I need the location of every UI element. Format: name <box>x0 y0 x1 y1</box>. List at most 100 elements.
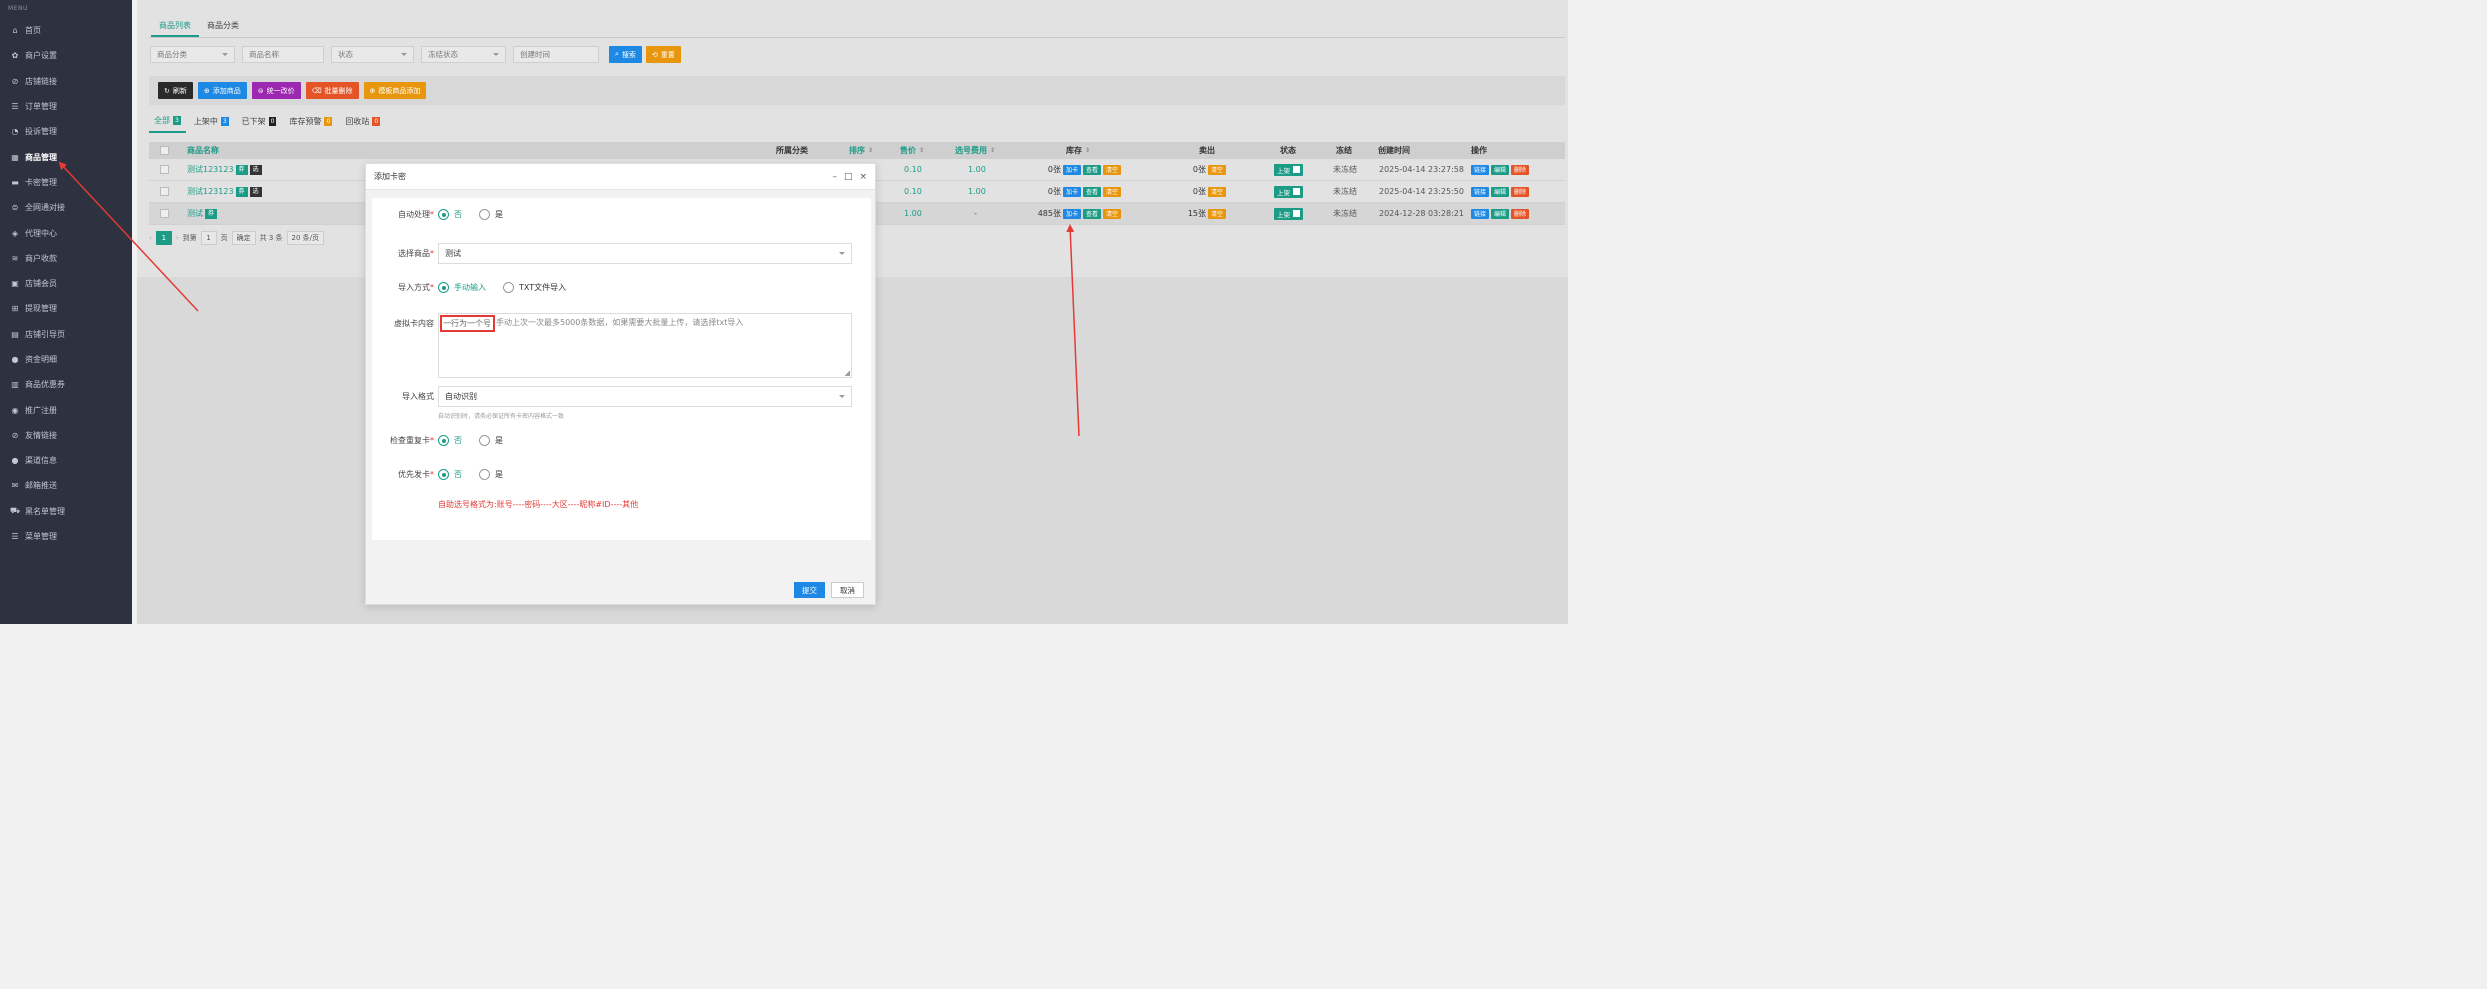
priority-yes-radio[interactable]: 是 <box>479 469 503 480</box>
view-button[interactable]: 查看 <box>1083 208 1102 219</box>
add-card-button[interactable]: 加卡 <box>1063 164 1082 175</box>
tab-product-category[interactable]: 商品分类 <box>199 16 247 37</box>
unify-price-button[interactable]: ⊜ 统一改价 <box>251 82 301 99</box>
sold-clear-button[interactable]: 清空 <box>1208 208 1227 219</box>
check-dup-yes-radio[interactable]: 是 <box>479 435 503 446</box>
sidebar-item[interactable]: ▤ 店铺引导页 <box>0 322 132 347</box>
radio-checked-icon <box>438 469 449 480</box>
sidebar-item[interactable]: ✿ 商户设置 <box>0 43 132 68</box>
link-button[interactable]: 链接 <box>1471 208 1490 219</box>
sidebar-item[interactable]: ✉ 邮箱推送 <box>0 473 132 498</box>
sidebar-item[interactable]: ▣ 店铺会员 <box>0 271 132 296</box>
sidebar-item[interactable]: ☰ 菜单管理 <box>0 524 132 549</box>
tab-product-list[interactable]: 商品列表 <box>151 16 199 37</box>
search-button[interactable]: ⌕ 搜索 <box>609 46 642 63</box>
sidebar-item[interactable]: ⌂ 首页 <box>0 18 132 43</box>
sidebar-item[interactable]: ◔ 投诉管理 <box>0 119 132 144</box>
status-tab[interactable]: 上架中 3 <box>189 112 234 132</box>
template-add-button[interactable]: ⊕ 模板商品添加 <box>363 82 427 99</box>
sidebar-item[interactable]: ◉ 推广注册 <box>0 397 132 422</box>
header-price[interactable]: 售价 ⇕ <box>900 142 924 159</box>
product-name-link[interactable]: 测试 <box>187 208 203 219</box>
ops-cell: 链接 编辑 删除 <box>1471 181 1530 202</box>
minimize-icon[interactable]: – <box>832 172 837 182</box>
clear-button[interactable]: 清空 <box>1103 208 1122 219</box>
row-checkbox[interactable] <box>160 203 169 224</box>
row-checkbox[interactable] <box>160 181 169 202</box>
page-input[interactable]: 1 <box>200 231 217 245</box>
maximize-icon[interactable]: □ <box>844 172 853 182</box>
add-card-button[interactable]: 加卡 <box>1063 186 1082 197</box>
sidebar-item[interactable]: ☰ 订单管理 <box>0 94 132 119</box>
product-select[interactable]: 测试 <box>438 243 852 264</box>
status-tab[interactable]: 库存预警 0 <box>284 112 337 132</box>
clear-button[interactable]: 清空 <box>1103 186 1122 197</box>
edit-button[interactable]: 编辑 <box>1491 164 1510 175</box>
status-tab[interactable]: 全部 3 <box>149 111 186 133</box>
status-tab[interactable]: 回收站 0 <box>340 112 385 132</box>
product-name-link[interactable]: 测试123123 <box>187 186 234 197</box>
link-button[interactable]: 链接 <box>1471 186 1490 197</box>
refresh-button[interactable]: ↻ 刷新 <box>158 82 193 99</box>
per-page-select[interactable]: 20 条/页 <box>286 231 325 245</box>
header-fee[interactable]: 选号费用 ⇕ <box>955 142 995 159</box>
page-number[interactable]: 1 <box>155 231 172 245</box>
sold-clear-button[interactable]: 清空 <box>1208 164 1227 175</box>
check-dup-no-radio[interactable]: 否 <box>438 435 462 446</box>
status-toggle[interactable]: 上架 <box>1274 185 1303 198</box>
status-tab[interactable]: 已下架 0 <box>237 112 282 132</box>
close-icon[interactable]: × <box>859 172 867 182</box>
sidebar-item[interactable]: ⊜ 全网通对接 <box>0 195 132 220</box>
header-stock[interactable]: 库存 ⇕ <box>1066 142 1090 159</box>
delete-button[interactable]: 删除 <box>1511 164 1530 175</box>
edit-button[interactable]: 编辑 <box>1491 208 1510 219</box>
sidebar-item[interactable]: ≋ 商户收款 <box>0 246 132 271</box>
sidebar-item[interactable]: ⊘ 友情链接 <box>0 423 132 448</box>
sold-clear-button[interactable]: 清空 <box>1208 186 1227 197</box>
import-manual-radio[interactable]: 手动输入 <box>438 282 486 293</box>
status-toggle[interactable]: 上架 <box>1274 163 1303 176</box>
link-button[interactable]: 链接 <box>1471 164 1490 175</box>
sidebar-item[interactable]: ⛟ 黑名单管理 <box>0 499 132 524</box>
cancel-button[interactable]: 取消 <box>831 582 864 598</box>
delete-button[interactable]: 删除 <box>1511 208 1530 219</box>
card-content-textarea[interactable]: 一行为一个号 手动上次一次最多5000条数据，如果需要大批量上传，请选择txt导… <box>438 313 852 378</box>
header-sort[interactable]: 排序 ⇕ <box>849 142 873 159</box>
select-all-checkbox[interactable] <box>160 142 169 159</box>
sidebar-item[interactable]: ⊘ 店铺链接 <box>0 69 132 94</box>
clear-button[interactable]: 清空 <box>1103 164 1122 175</box>
product-name-link[interactable]: 测试123123 <box>187 164 234 175</box>
import-format-select[interactable]: 自动识别 <box>438 386 852 407</box>
sidebar-item[interactable]: ◈ 代理中心 <box>0 220 132 245</box>
auto-process-yes-radio[interactable]: 是 <box>479 209 503 220</box>
batch-delete-button[interactable]: ⌫ 批量删除 <box>305 82 359 99</box>
view-button[interactable]: 查看 <box>1083 164 1102 175</box>
edit-button[interactable]: 编辑 <box>1491 186 1510 197</box>
delete-button[interactable]: 删除 <box>1511 186 1530 197</box>
add-product-button[interactable]: ⊕ 添加商品 <box>197 82 247 99</box>
resize-handle-icon[interactable]: ◢ <box>845 369 850 377</box>
auto-process-no-radio[interactable]: 否 <box>438 209 462 220</box>
priority-no-radio[interactable]: 否 <box>438 469 462 480</box>
freeze-status-select[interactable]: 冻结状态 <box>421 46 506 63</box>
goto-confirm-button[interactable]: 确定 <box>231 231 256 245</box>
sidebar-item[interactable]: ▦ 商品管理 <box>0 144 132 169</box>
sidebar-item[interactable]: ⊞ 提现管理 <box>0 296 132 321</box>
sidebar-item[interactable]: ▬ 卡密管理 <box>0 170 132 195</box>
status-select[interactable]: 状态 <box>331 46 414 63</box>
reset-button[interactable]: ⟲ 重置 <box>645 46 681 63</box>
category-select[interactable]: 商品分类 <box>150 46 235 63</box>
prev-page-icon[interactable]: ‹ <box>149 234 152 242</box>
view-button[interactable]: 查看 <box>1083 186 1102 197</box>
sidebar-item[interactable]: ● 资金明细 <box>0 347 132 372</box>
sidebar-item[interactable]: ● 渠道信息 <box>0 448 132 473</box>
next-page-icon[interactable]: › <box>176 234 179 242</box>
sidebar-item[interactable]: ▥ 商品优惠券 <box>0 372 132 397</box>
product-name-input[interactable]: 商品名称 <box>242 46 324 63</box>
status-toggle[interactable]: 上架 <box>1274 207 1303 220</box>
submit-button[interactable]: 提交 <box>794 582 825 598</box>
import-txt-radio[interactable]: TXT文件导入 <box>503 282 566 293</box>
created-time-input[interactable]: 创建时间 <box>513 46 599 63</box>
row-checkbox[interactable] <box>160 159 169 180</box>
add-card-button[interactable]: 加卡 <box>1063 208 1082 219</box>
